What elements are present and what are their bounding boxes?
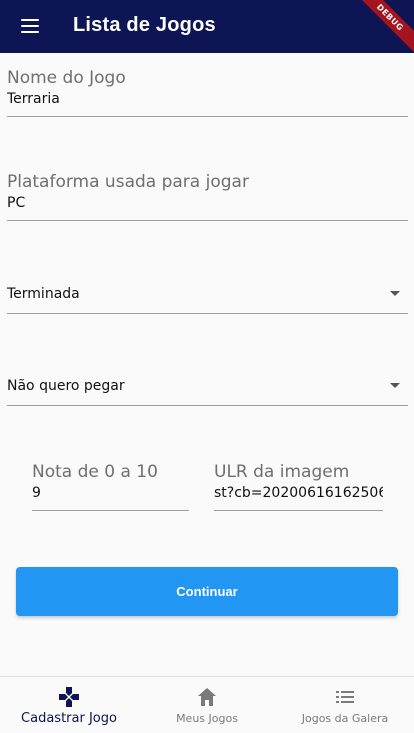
game-name-field[interactable]: Nome do Jogo Terraria <box>7 64 408 118</box>
nav-item-cadastrar-jogo[interactable]: Cadastrar Jogo <box>0 677 138 733</box>
rating-underline <box>32 510 189 511</box>
status-dropdown[interactable]: Terminada <box>7 274 408 314</box>
nav-label-cadastrar-jogo: Cadastrar Jogo <box>21 711 117 726</box>
platform-value: PC <box>7 195 26 211</box>
image-url-field[interactable]: ULR da imagem st?cb=20200616162506 <box>214 458 383 512</box>
bottom-navigation: Cadastrar Jogo Meus Jogos Jogos da Galer… <box>0 676 414 733</box>
arrow-drop-down-icon <box>390 383 400 388</box>
page-title: Lista de Jogos <box>73 14 216 36</box>
gamepad-icon <box>57 686 81 708</box>
game-name-label: Nome do Jogo <box>7 68 126 88</box>
acquire-dropdown-value: Não quero pegar <box>7 378 125 394</box>
home-icon <box>195 686 219 708</box>
rating-field[interactable]: Nota de 0 a 10 9 <box>32 458 189 512</box>
nav-label-meus-jogos: Meus Jogos <box>176 712 238 725</box>
image-url-label: ULR da imagem <box>214 462 350 482</box>
nav-item-meus-jogos[interactable]: Meus Jogos <box>138 677 276 733</box>
platform-field[interactable]: Plataforma usada para jogar PC <box>7 168 408 222</box>
continue-button[interactable]: Continuar <box>16 567 398 616</box>
list-icon <box>333 686 357 708</box>
platform-label: Plataforma usada para jogar <box>7 172 249 192</box>
rating-value: 9 <box>32 485 41 501</box>
acquire-dropdown[interactable]: Não quero pegar <box>7 366 408 406</box>
image-url-value: st?cb=20200616162506 <box>214 485 383 501</box>
nav-item-jogos-da-galera[interactable]: Jogos da Galera <box>276 677 414 733</box>
menu-button[interactable] <box>18 14 42 38</box>
menu-icon-line <box>21 19 39 21</box>
platform-underline <box>7 220 408 221</box>
nav-label-jogos-da-galera: Jogos da Galera <box>301 712 389 725</box>
app-bar: Lista de Jogos DEBUG <box>0 0 414 53</box>
status-dropdown-underline <box>7 313 408 314</box>
arrow-drop-down-icon <box>390 291 400 296</box>
game-name-underline <box>7 116 408 117</box>
game-name-value: Terraria <box>7 91 60 107</box>
menu-icon-line <box>21 25 39 27</box>
status-dropdown-value: Terminada <box>7 286 80 302</box>
rating-label: Nota de 0 a 10 <box>32 462 158 482</box>
menu-icon-line <box>21 31 39 33</box>
image-url-underline <box>214 510 383 511</box>
debug-banner: DEBUG <box>347 0 414 53</box>
acquire-dropdown-underline <box>7 405 408 406</box>
